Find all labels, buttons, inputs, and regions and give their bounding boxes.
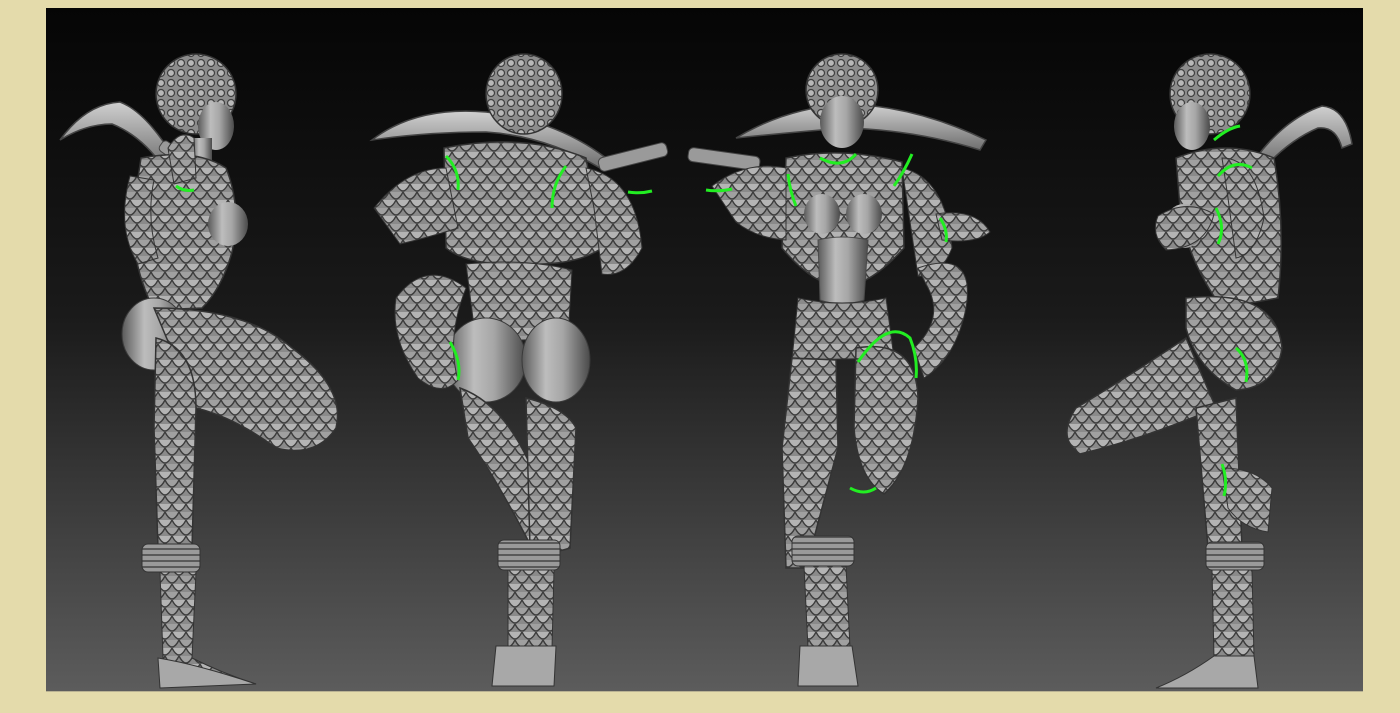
- sculpt-viewport: [46, 8, 1363, 692]
- chest-right: [846, 194, 882, 234]
- beige-frame: [0, 0, 1400, 713]
- seam-line: [705, 187, 733, 193]
- leg-wrap: [1205, 541, 1265, 571]
- lower-leg: [507, 569, 555, 649]
- leg-wrap: [141, 543, 201, 573]
- hip-right: [521, 317, 591, 403]
- curly-hair: [485, 53, 563, 135]
- face: [820, 96, 864, 148]
- face: [1174, 102, 1210, 150]
- leg-wrap: [497, 539, 561, 571]
- boot: [797, 645, 859, 687]
- scaled-back: [443, 141, 603, 265]
- lower-leg: [1211, 569, 1255, 659]
- boot: [491, 645, 557, 687]
- standing-leg: [525, 397, 577, 553]
- seam-line: [627, 189, 653, 195]
- standing-leg: [153, 337, 197, 559]
- leg-wrap: [791, 535, 855, 567]
- abdomen: [817, 236, 869, 305]
- chest: [208, 202, 248, 246]
- lower-leg: [803, 565, 851, 649]
- turnaround-render: [46, 8, 1363, 691]
- chest-left: [804, 194, 840, 234]
